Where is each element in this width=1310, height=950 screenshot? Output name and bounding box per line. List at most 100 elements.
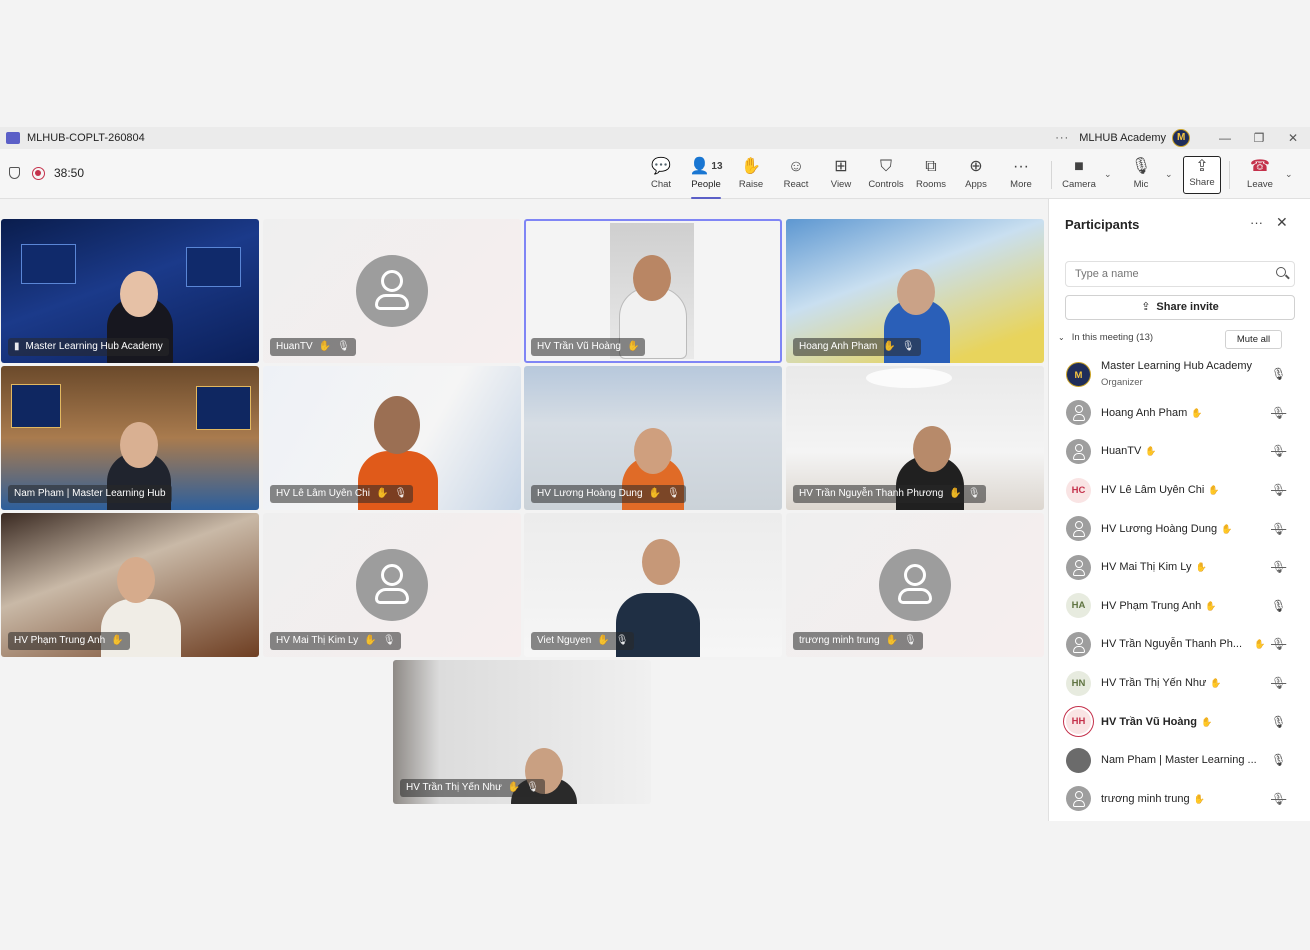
share-button[interactable]: ⇪ Share (1183, 156, 1221, 194)
toolbar-divider (1229, 161, 1230, 189)
participant-search (1065, 261, 1295, 287)
avatar (1066, 554, 1091, 580)
mic-button[interactable]: 🎙 Mic (1118, 157, 1164, 193)
mic-off-icon[interactable]: 🎙 (1271, 444, 1286, 458)
video-tile[interactable]: ▮ Master Learning Hub Academy (1, 219, 259, 363)
account-name[interactable]: MLHUB Academy (1079, 132, 1166, 144)
panel-more-icon[interactable]: ··· (1250, 215, 1263, 230)
hand-icon: ✋ (1254, 638, 1266, 649)
mic-off-icon[interactable]: 🎙 (1271, 637, 1286, 651)
list-item[interactable]: HuanTV ✋ 🎙 (1049, 432, 1310, 471)
list-item[interactable]: HH HV Trần Vũ Hoàng ✋ 🎙 (1049, 702, 1310, 741)
mic-off-icon[interactable]: 🎙 (1271, 522, 1286, 536)
default-avatar-icon (356, 549, 428, 621)
leave-options-chevron-icon[interactable]: ⌄ (1285, 169, 1293, 180)
mic-on-icon[interactable]: 🎙 (1271, 715, 1286, 729)
account-avatar[interactable] (1172, 129, 1190, 147)
leave-button[interactable]: ☎ Leave (1237, 157, 1283, 193)
apps-button[interactable]: ⊕ Apps (953, 157, 999, 193)
signal-icon: ▮ (14, 341, 20, 352)
participant-list: M Master Learning Hub Academy Organizer … (1049, 355, 1310, 818)
list-item[interactable]: HV Mai Thị Kim Ly ✋ 🎙 (1049, 548, 1310, 587)
video-tile[interactable]: Nam Pham | Master Learning Hub (1, 366, 259, 510)
avatar: HN (1066, 670, 1091, 696)
rooms-button[interactable]: ⧉ Rooms (908, 157, 954, 193)
hand-icon: ✋ (1210, 678, 1222, 689)
hand-icon: ✋ (1145, 446, 1157, 457)
share-invite-button[interactable]: ⇪ Share invite (1065, 295, 1295, 320)
hang-up-icon: ☎ (1250, 158, 1270, 175)
mic-off-icon[interactable]: 🎙 (1271, 792, 1286, 806)
list-item[interactable]: HV Lương Hoàng Dung ✋ 🎙 (1049, 509, 1310, 548)
minimize-icon[interactable]: — (1208, 131, 1242, 145)
mic-off-icon: 🎙 (901, 341, 915, 352)
hand-icon: ✋ (1221, 523, 1233, 534)
list-item[interactable]: trương minh trung ✋ 🎙 (1049, 780, 1310, 819)
video-tile[interactable]: Hoang Anh Pham ✋ 🎙 (786, 219, 1044, 363)
react-button[interactable]: ☺ React (773, 157, 819, 193)
camera-button[interactable]: ■ Camera (1056, 157, 1102, 193)
tile-nameplate: Hoang Anh Pham ✋ 🎙 (793, 338, 921, 356)
list-item[interactable]: Nam Pham | Master Learning ... 🎙 (1049, 741, 1310, 780)
list-item[interactable]: HN HV Trần Thị Yến Như ✋ 🎙 (1049, 664, 1310, 703)
camera-options-chevron-icon[interactable]: ⌄ (1104, 169, 1112, 180)
tile-nameplate: HV Lương Hoàng Dung ✋ 🎙 (531, 485, 686, 503)
tile-nameplate: HV Mai Thị Kim Ly ✋ 🎙 (270, 632, 402, 650)
video-tile[interactable]: HV Phạm Trung Anh ✋ (1, 513, 259, 657)
mic-off-icon[interactable]: 🎙 (1271, 676, 1286, 690)
mic-on-icon[interactable]: 🎙 (1271, 753, 1286, 767)
list-item[interactable]: M Master Learning Hub Academy Organizer … (1049, 355, 1310, 394)
close-icon[interactable]: ✕ (1276, 214, 1288, 231)
mic-off-icon: 🎙 (967, 488, 981, 499)
mic-off-icon[interactable]: 🎙 (1271, 406, 1286, 420)
view-button[interactable]: ⊞ View (818, 157, 864, 193)
hand-icon: ✋ (111, 635, 124, 646)
video-tile[interactable]: trương minh trung ✋ 🎙 (786, 513, 1044, 657)
video-tile[interactable]: HV Lương Hoàng Dung ✋ 🎙 (524, 366, 782, 510)
more-button[interactable]: ··· More (998, 157, 1044, 193)
avatar (1066, 631, 1091, 657)
restore-icon[interactable]: ❐ (1242, 131, 1276, 145)
hand-icon: ✋ (1200, 716, 1213, 727)
mic-options-chevron-icon[interactable]: ⌄ (1165, 169, 1173, 180)
people-button[interactable]: 👤 13 People (683, 157, 729, 199)
list-item[interactable]: HC HV Lê Lâm Uyên Chi ✋ 🎙 (1049, 471, 1310, 510)
chat-button[interactable]: 💬 Chat (638, 157, 684, 193)
close-window-icon[interactable]: ✕ (1276, 131, 1310, 145)
controls-button[interactable]: ⛉ Controls (863, 157, 909, 193)
video-tile[interactable]: HV Trần Vũ Hoàng ✋ (524, 219, 782, 363)
teams-logo-icon (6, 132, 20, 144)
video-tile[interactable]: HuanTV ✋ 🎙 (263, 219, 521, 363)
list-item[interactable]: Hoang Anh Pham ✋ 🎙 (1049, 394, 1310, 433)
video-tile[interactable]: HV Trần Thị Yến Như ✋ 🎙 (393, 660, 651, 804)
video-tile[interactable]: Viet Nguyen ✋ 🎙 (524, 513, 782, 657)
hand-icon: ✋ (1193, 793, 1205, 804)
hand-icon: ✋ (626, 341, 640, 352)
list-item[interactable]: HA HV Phạm Trung Anh ✋ 🎙 (1049, 587, 1310, 626)
in-meeting-section-toggle[interactable]: ⌄ In this meeting (13) (1058, 332, 1153, 343)
mic-on-icon[interactable]: 🎙 (1271, 599, 1286, 613)
more-options-icon[interactable]: ··· (1055, 132, 1069, 144)
video-tile[interactable]: HV Mai Thị Kim Ly ✋ 🎙 (263, 513, 521, 657)
search-input[interactable] (1066, 262, 1256, 286)
raise-hand-button[interactable]: ✋ Raise (728, 157, 774, 193)
list-item[interactable]: HV Trần Nguyễn Thanh Ph... ✋ 🎙 (1049, 625, 1310, 664)
recording-icon (32, 166, 45, 180)
avatar: M (1066, 361, 1091, 387)
mute-all-button[interactable]: Mute all (1225, 330, 1282, 349)
panel-title: Participants (1065, 217, 1140, 232)
mic-on-icon[interactable]: 🎙 (1271, 367, 1286, 381)
search-icon[interactable] (1276, 267, 1286, 277)
tile-nameplate: HV Phạm Trung Anh ✋ (8, 632, 130, 650)
meeting-timer: 38:50 (54, 166, 85, 180)
mic-off-icon[interactable]: 🎙 (1271, 560, 1286, 574)
tile-nameplate: HV Trần Vũ Hoàng ✋ (531, 338, 646, 356)
default-avatar-icon (879, 549, 951, 621)
people-count: 13 (711, 161, 723, 172)
hand-icon: ✋ (885, 635, 898, 646)
hand-icon: ✋ (883, 341, 896, 352)
tile-nameplate: HuanTV ✋ 🎙 (270, 338, 356, 356)
mic-off-icon[interactable]: 🎙 (1271, 483, 1286, 497)
video-tile[interactable]: HV Lê Lâm Uyên Chi ✋ 🎙 (263, 366, 521, 510)
video-tile[interactable]: HV Trần Nguyễn Thanh Phương ✋ 🎙 (786, 366, 1044, 510)
